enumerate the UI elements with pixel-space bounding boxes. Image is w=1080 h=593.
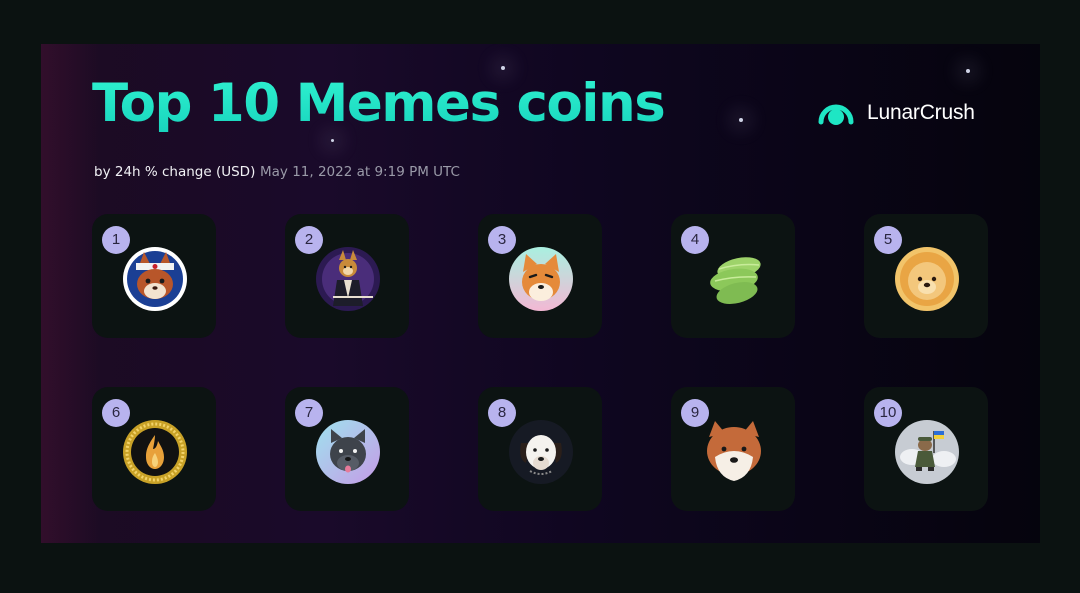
coin-tile[interactable]: 6 bbox=[92, 387, 216, 511]
coin-tile[interactable]: 5 bbox=[864, 214, 988, 338]
red-fox-ninja-coin-icon bbox=[122, 246, 188, 312]
lunarcrush-logo-icon bbox=[818, 104, 854, 125]
green-leaves-coin-icon bbox=[701, 246, 767, 312]
background-star bbox=[966, 69, 970, 73]
timestamp: May 11, 2022 at 9:19 PM UTC bbox=[260, 164, 460, 180]
background-star bbox=[331, 139, 334, 142]
pitbull-dog-coin-icon bbox=[315, 419, 381, 485]
soldier-dog-flag-coin-icon bbox=[894, 419, 960, 485]
top-memes-card: Top 10 Memes coins by 24h % change (USD)… bbox=[41, 44, 1040, 543]
brand-logo: LunarCrush bbox=[815, 95, 975, 131]
brand-name: LunarCrush bbox=[867, 101, 975, 124]
gold-flame-coin-icon bbox=[122, 419, 188, 485]
ranking-criteria: by 24h % change (USD) bbox=[94, 164, 256, 180]
background-star bbox=[739, 118, 743, 122]
coin-tile[interactable]: 8 bbox=[478, 387, 602, 511]
samurai-shiba-coin-icon bbox=[315, 246, 381, 312]
page-title: Top 10 Memes coins bbox=[92, 73, 666, 134]
akita-dog-face-coin-icon bbox=[701, 419, 767, 485]
coin-tile[interactable]: 2 bbox=[285, 214, 409, 338]
coin-tile[interactable]: 3 bbox=[478, 214, 602, 338]
white-dog-face-coin-icon bbox=[508, 419, 574, 485]
shiba-dog-face-coin-icon bbox=[508, 246, 574, 312]
coin-tile[interactable]: 10 bbox=[864, 387, 988, 511]
chow-chow-dog-coin-icon bbox=[894, 246, 960, 312]
background-star bbox=[501, 66, 505, 70]
coin-tile[interactable]: 7 bbox=[285, 387, 409, 511]
coin-tile[interactable]: 9 bbox=[671, 387, 795, 511]
coin-tile[interactable]: 4 bbox=[671, 214, 795, 338]
coin-tile[interactable]: 1 bbox=[92, 214, 216, 338]
